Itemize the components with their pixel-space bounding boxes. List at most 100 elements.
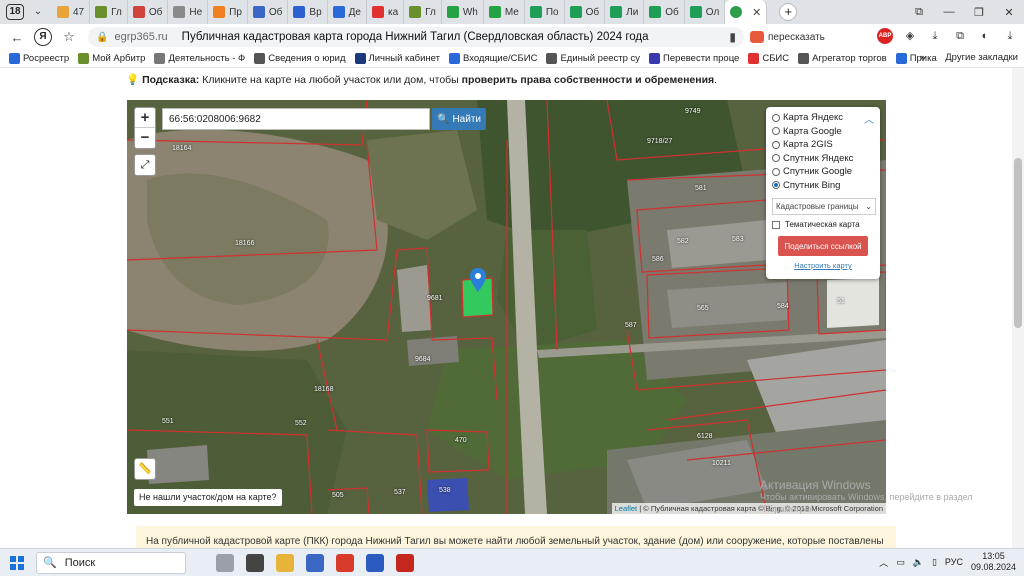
bookmark-item[interactable]: Перевести проце bbox=[649, 53, 739, 64]
tray-chevron-icon[interactable]: ︿ bbox=[879, 556, 888, 569]
browser-tab[interactable]: Об bbox=[248, 0, 289, 24]
bookmark-item[interactable]: СБИС bbox=[748, 53, 789, 64]
word-icon[interactable] bbox=[366, 553, 384, 572]
city-widget-icon[interactable] bbox=[216, 553, 234, 572]
collections-icon[interactable]: ⧉ bbox=[952, 28, 968, 44]
bookmark-pin-icon[interactable]: ☆ bbox=[58, 29, 80, 45]
layer-radio[interactable] bbox=[772, 154, 780, 163]
profile-icon[interactable]: ⤓ bbox=[1002, 28, 1018, 44]
layer-option[interactable]: Спутник Bing bbox=[772, 179, 874, 193]
layer-option[interactable]: Спутник Яндекс bbox=[772, 152, 874, 166]
bookmark-item[interactable]: Росреестр bbox=[9, 53, 69, 64]
url-box[interactable]: 🔒 egrp365.ru Публичная кадастровая карта… bbox=[88, 27, 744, 47]
network-icon[interactable]: ▭ bbox=[896, 557, 905, 568]
other-bookmarks-folder[interactable]: Другие закладки bbox=[945, 52, 1018, 63]
parcel-number[interactable]: 537 bbox=[394, 489, 406, 496]
clock[interactable]: 13:05 09.08.2024 bbox=[971, 551, 1016, 573]
browser-tab[interactable]: Гл bbox=[404, 0, 442, 24]
browser-tab[interactable]: Пр bbox=[208, 0, 248, 24]
download-icon[interactable]: ⤓ bbox=[927, 28, 943, 44]
fullscreen-icon[interactable]: ⤢ bbox=[134, 154, 156, 176]
bookmarks-more-button[interactable]: » bbox=[920, 52, 925, 63]
bookmark-item[interactable]: Единый реестр су bbox=[546, 53, 640, 64]
parcel-number[interactable]: 582 bbox=[677, 238, 689, 245]
layer-radio[interactable] bbox=[772, 113, 780, 122]
parcel-number[interactable]: 586 bbox=[652, 256, 664, 263]
adblock-icon[interactable]: ABP bbox=[877, 28, 893, 44]
not-found-button[interactable]: Не нашли участок/дом на карте? bbox=[134, 489, 282, 506]
thematic-map-toggle[interactable]: Тематическая карта bbox=[772, 220, 874, 229]
tab-list-chevron-icon[interactable]: ⌄ bbox=[30, 4, 46, 20]
app-icon[interactable] bbox=[306, 553, 324, 572]
retell-button[interactable]: пересказать bbox=[750, 31, 825, 43]
close-window-icon[interactable]: ✕ bbox=[994, 6, 1024, 19]
browser-tab[interactable]: 47 bbox=[52, 0, 91, 24]
battery-icon[interactable]: ▯ bbox=[932, 557, 937, 568]
parcel-number[interactable]: 18166 bbox=[235, 240, 254, 247]
back-icon[interactable]: ← bbox=[6, 30, 28, 45]
bookmark-item[interactable]: Деятельность - Ф bbox=[154, 53, 245, 64]
browser-tab[interactable]: Об bbox=[644, 0, 685, 24]
layer-radio[interactable] bbox=[772, 181, 780, 190]
layer-option[interactable]: Карта 2GIS bbox=[772, 138, 874, 152]
layer-option[interactable]: Карта Google bbox=[772, 125, 874, 139]
parcel-number[interactable]: 538 bbox=[439, 487, 451, 494]
tab-counter[interactable]: 18 bbox=[6, 4, 24, 20]
bookmark-icon[interactable]: ▮ bbox=[729, 30, 736, 44]
protect-icon[interactable]: ◐ bbox=[977, 28, 993, 44]
new-tab-button[interactable]: + bbox=[779, 3, 798, 21]
scrollbar-thumb[interactable] bbox=[1014, 158, 1022, 328]
parcel-number[interactable]: 51 bbox=[837, 298, 845, 305]
layer-option[interactable]: Карта Яндекс bbox=[772, 111, 874, 125]
browser-tab[interactable]: Об bbox=[128, 0, 169, 24]
windows-start-icon[interactable] bbox=[10, 555, 24, 570]
parcel-number[interactable]: 565 bbox=[697, 305, 709, 312]
ruler-icon[interactable]: 📏 bbox=[134, 458, 156, 480]
parcel-number[interactable]: 10211 bbox=[712, 460, 731, 467]
page-scrollbar[interactable] bbox=[1012, 68, 1024, 548]
yandex-browser-icon[interactable] bbox=[336, 553, 354, 572]
parcel-number[interactable]: 587 bbox=[625, 322, 637, 329]
browser-tab[interactable]: Об bbox=[565, 0, 606, 24]
share-link-button[interactable]: Поделиться ссылкой bbox=[778, 236, 868, 256]
leaflet-link[interactable]: Leaflet bbox=[615, 504, 638, 513]
bookmark-item[interactable]: Личный кабинет bbox=[354, 53, 440, 64]
parcel-number[interactable]: 9684 bbox=[415, 356, 431, 363]
yandex-icon[interactable]: Я bbox=[34, 28, 52, 46]
parcel-number[interactable]: 9749 bbox=[685, 108, 701, 115]
bookmark-item[interactable]: Входящие/СБИС bbox=[448, 53, 537, 64]
bookmark-item[interactable]: Агрегатор торгов bbox=[798, 53, 887, 64]
browser-tab[interactable]: Ли bbox=[605, 0, 645, 24]
language-indicator[interactable]: РУС bbox=[945, 557, 963, 567]
thematic-checkbox[interactable] bbox=[772, 220, 780, 229]
layer-radio[interactable] bbox=[772, 167, 780, 176]
layer-radio[interactable] bbox=[772, 127, 780, 136]
bookmark-item[interactable]: Мой Арбитр bbox=[78, 53, 145, 64]
layer-option[interactable]: Спутник Google bbox=[772, 165, 874, 179]
restore-icon[interactable]: ❐ bbox=[964, 6, 994, 19]
parcel-number[interactable]: 9718/27 bbox=[647, 138, 672, 145]
zoom-in-button[interactable]: + bbox=[135, 108, 155, 128]
parcel-number[interactable]: 551 bbox=[162, 418, 174, 425]
browser-tab[interactable]: Ме bbox=[484, 0, 525, 24]
parcel-number[interactable]: 505 bbox=[332, 492, 344, 499]
cadastral-search-input[interactable] bbox=[162, 108, 430, 130]
browser-tab[interactable]: Вр bbox=[288, 0, 328, 24]
parcel-number[interactable]: 9681 bbox=[427, 295, 443, 302]
location-pin-icon[interactable] bbox=[470, 268, 486, 292]
browser-tab[interactable]: Не bbox=[168, 0, 209, 24]
parcel-number[interactable]: 552 bbox=[295, 420, 307, 427]
bookmark-manager-icon[interactable]: ⧉ bbox=[904, 6, 934, 19]
taskbar-search[interactable]: 🔍 Поиск bbox=[36, 551, 186, 574]
parcel-number[interactable]: 6128 bbox=[697, 433, 713, 440]
parcel-number[interactable]: 18168 bbox=[314, 386, 333, 393]
active-tab[interactable]: ✕ bbox=[725, 0, 768, 24]
explorer-icon[interactable] bbox=[276, 553, 294, 572]
browser-tab[interactable]: ка bbox=[367, 0, 405, 24]
bookmark-item[interactable]: Сведения о юрид bbox=[254, 53, 346, 64]
volume-icon[interactable]: 🔈 bbox=[913, 557, 924, 568]
browser-tab[interactable]: Ол bbox=[685, 0, 726, 24]
configure-map-link[interactable]: Настроить карту bbox=[772, 261, 874, 270]
parcel-number[interactable]: 470 bbox=[455, 437, 467, 444]
browser-tab[interactable]: Де bbox=[328, 0, 367, 24]
